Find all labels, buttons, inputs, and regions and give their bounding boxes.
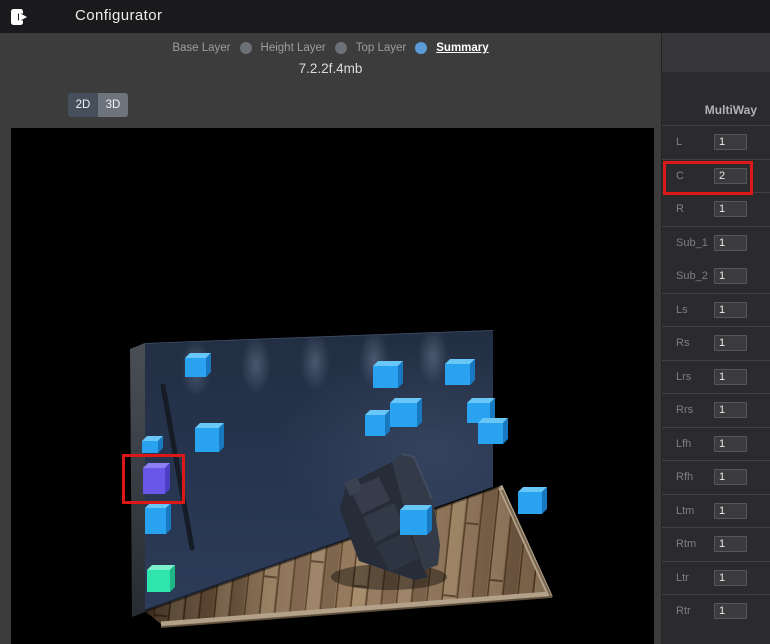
speaker-row-Ltm: Ltm xyxy=(662,494,770,528)
step-radio-dot[interactable] xyxy=(240,42,252,54)
sidebar-top-block xyxy=(662,33,770,72)
blue-speaker-cube[interactable] xyxy=(518,487,547,514)
row-label-Rrs: Rrs xyxy=(676,404,693,416)
count-input-Ltm[interactable] xyxy=(714,503,747,519)
step-height-layer[interactable]: Height Layer xyxy=(261,42,326,54)
step-radio-dot[interactable] xyxy=(415,42,427,54)
row-label-Ltr: Ltr xyxy=(676,572,689,584)
blue-speaker-cube[interactable] xyxy=(185,353,211,377)
row-label-Ls: Ls xyxy=(676,304,688,316)
blue-speaker-cube[interactable] xyxy=(478,418,508,444)
step-base-layer[interactable]: Base Layer xyxy=(172,42,230,54)
count-input-Rs[interactable] xyxy=(714,335,747,351)
row-label-Lrs: Lrs xyxy=(676,371,691,383)
app-logo-icon xyxy=(10,7,29,27)
wall-side-edge xyxy=(130,343,145,617)
speaker-row-R: R xyxy=(662,192,770,226)
view-toggle-2d[interactable]: 2D xyxy=(68,93,98,117)
speaker-row-Ls: Ls xyxy=(662,293,770,327)
row-label-Sub_1: Sub_1 xyxy=(676,237,708,249)
row-label-Rtr: Rtr xyxy=(676,605,691,617)
row-label-Lfh: Lfh xyxy=(676,438,691,450)
step-summary[interactable]: Summary xyxy=(436,42,488,54)
count-input-C[interactable] xyxy=(714,168,747,184)
row-label-Sub_2: Sub_2 xyxy=(676,270,708,282)
row-label-Rs: Rs xyxy=(676,337,689,349)
blue-speaker-cube[interactable] xyxy=(445,359,475,385)
top-bar: Configurator xyxy=(0,0,770,33)
blue-speaker-cube[interactable] xyxy=(390,398,422,427)
speaker-count-panel: MultiWay L C R Sub_1 Sub_2 Ls Rs Lrs Rrs Lfh Rfh Lt… xyxy=(661,33,770,644)
view-toggle-3d[interactable]: 3D xyxy=(98,93,128,117)
blue-speaker-cube[interactable] xyxy=(400,505,432,535)
speaker-row-Lfh: Lfh xyxy=(662,427,770,461)
view-mode-toggle: 2D3D xyxy=(68,93,128,117)
row-label-C: C xyxy=(676,170,684,182)
stepper: Base Layer Height Layer Top Layer Summary xyxy=(0,42,661,54)
step-top-layer[interactable]: Top Layer xyxy=(356,42,407,54)
blue-speaker-cube[interactable] xyxy=(145,503,171,534)
row-label-Rtm: Rtm xyxy=(676,538,696,550)
row-label-Rfh: Rfh xyxy=(676,471,693,483)
step-radio-dot[interactable] xyxy=(335,42,347,54)
speaker-row-Sub_2: Sub_2 xyxy=(662,259,770,293)
speaker-row-Rfh: Rfh xyxy=(662,460,770,494)
row-label-R: R xyxy=(676,203,684,215)
blue-speaker-cube[interactable] xyxy=(195,423,224,452)
row-label-L: L xyxy=(676,136,682,148)
row-label-Ltm: Ltm xyxy=(676,505,694,517)
speaker-row-Ltr: Ltr xyxy=(662,561,770,595)
blue-speaker-cube[interactable] xyxy=(142,436,163,453)
blue-speaker-cube[interactable] xyxy=(373,361,403,388)
speaker-row-Rtm: Rtm xyxy=(662,527,770,561)
page-title: Configurator xyxy=(75,7,162,24)
multiway-title: MultiWay xyxy=(705,103,757,117)
speaker-row-Rrs: Rrs xyxy=(662,393,770,427)
count-input-Ltr[interactable] xyxy=(714,570,747,586)
count-input-Rrs[interactable] xyxy=(714,402,747,418)
count-input-Sub_1[interactable] xyxy=(714,235,747,251)
speaker-rows: L C R Sub_1 Sub_2 Ls Rs Lrs Rrs Lfh Rfh Ltm Rtm Ltr Rt… xyxy=(662,125,770,628)
configuration-code: 7.2.2f.4mb xyxy=(0,61,661,76)
count-input-Rfh[interactable] xyxy=(714,469,747,485)
count-input-Lrs[interactable] xyxy=(714,369,747,385)
speaker-row-L: L xyxy=(662,125,770,159)
speaker-row-C: C xyxy=(662,159,770,193)
speaker-row-Rs: Rs xyxy=(662,326,770,360)
purple-speaker-cube[interactable] xyxy=(143,463,170,494)
green-speaker-cube[interactable] xyxy=(147,565,175,592)
count-input-Sub_2[interactable] xyxy=(714,268,747,284)
speaker-row-Sub_1: Sub_1 xyxy=(662,226,770,260)
room-canvas[interactable] xyxy=(11,128,654,644)
sidebar-header: MultiWay xyxy=(662,72,770,125)
count-input-Lfh[interactable] xyxy=(714,436,747,452)
count-input-R[interactable] xyxy=(714,201,747,217)
count-input-L[interactable] xyxy=(714,134,747,150)
room-scene xyxy=(11,128,654,644)
speaker-row-Rtr: Rtr xyxy=(662,594,770,628)
count-input-Rtm[interactable] xyxy=(714,536,747,552)
blue-speaker-cube[interactable] xyxy=(365,410,390,436)
count-input-Ls[interactable] xyxy=(714,302,747,318)
speaker-row-Lrs: Lrs xyxy=(662,360,770,394)
configurator-app: Configurator Base Layer Height Layer Top L… xyxy=(0,0,770,644)
count-input-Rtr[interactable] xyxy=(714,603,747,619)
